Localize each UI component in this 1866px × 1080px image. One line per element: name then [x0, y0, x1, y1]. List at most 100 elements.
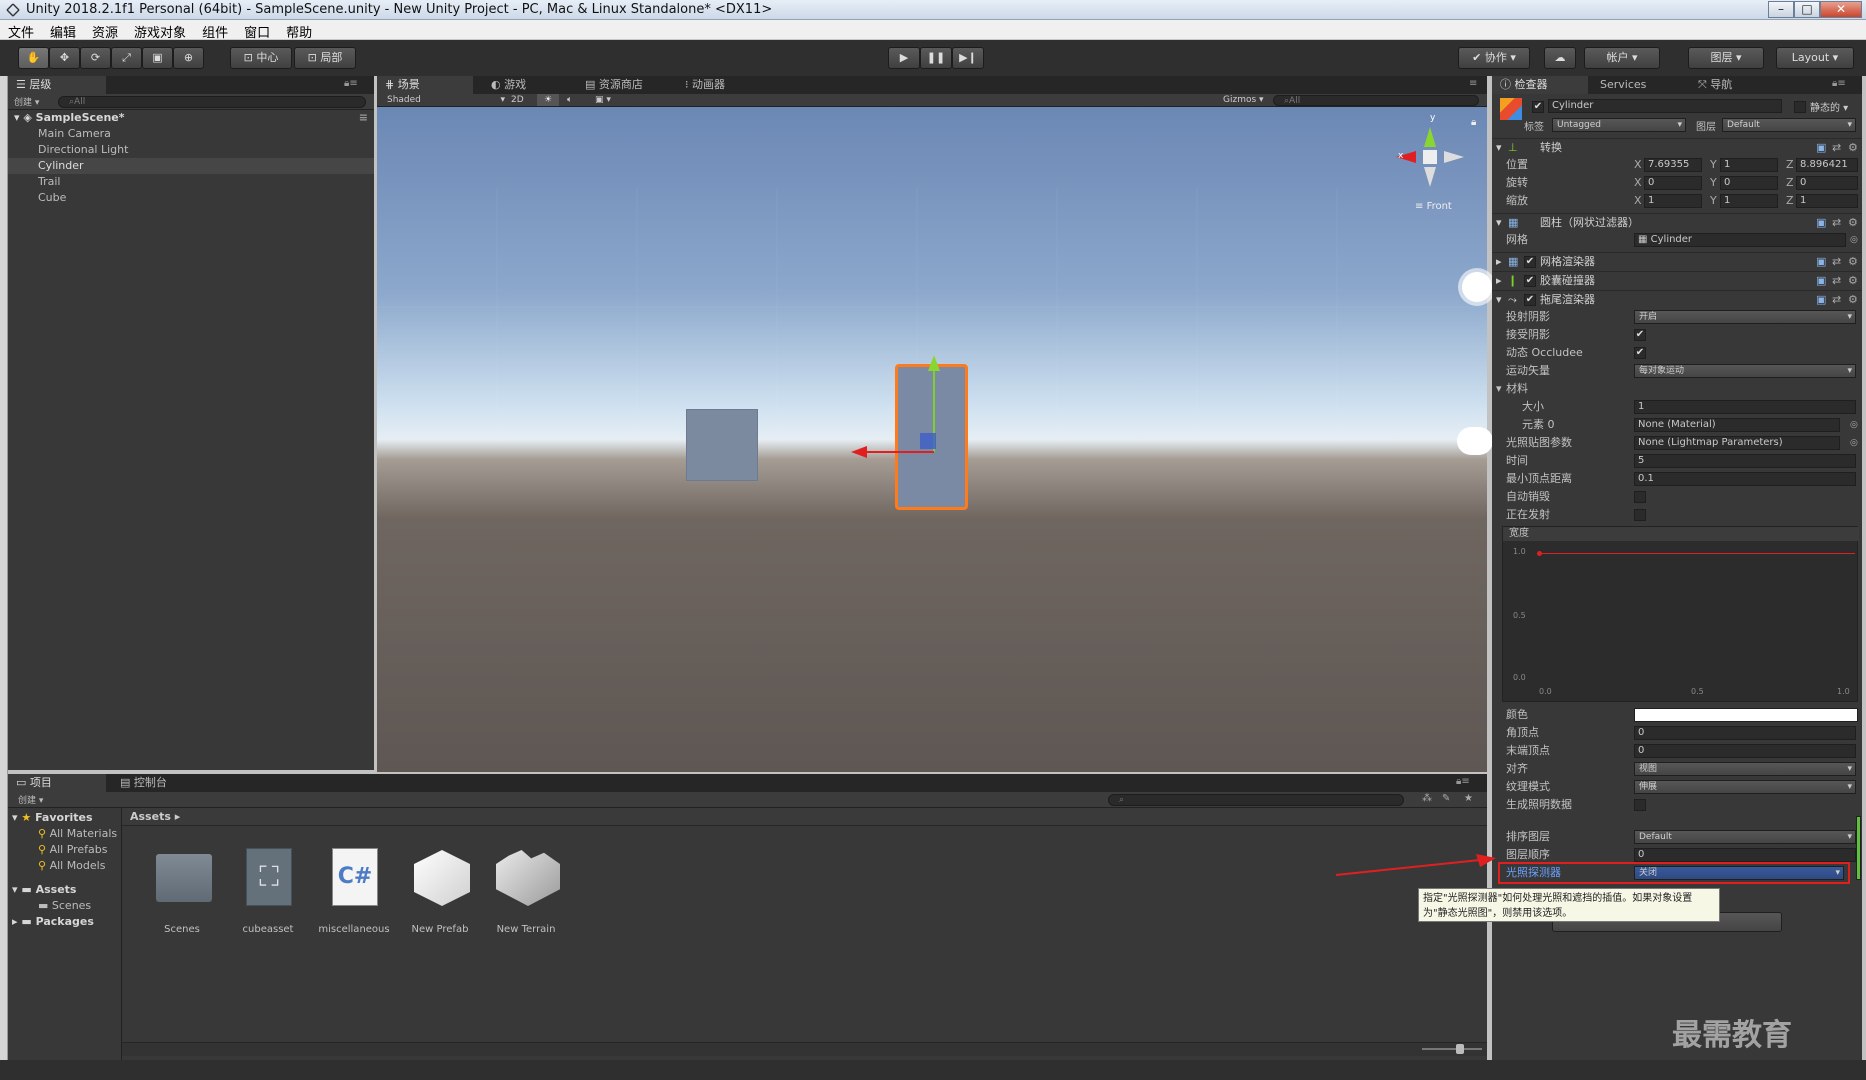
gizmo-view-label[interactable]: ≡ Front: [1415, 201, 1452, 212]
cloud-button[interactable]: ☁: [1544, 47, 1576, 69]
space-toggle-button[interactable]: ⊡ 局部: [294, 47, 356, 69]
gear-icon[interactable]: ⚙: [1848, 214, 1858, 232]
help-icon[interactable]: ▣: [1816, 272, 1826, 290]
help-icon[interactable]: ▣: [1816, 214, 1826, 232]
move-tool-button[interactable]: ✥: [49, 47, 80, 69]
rotate-tool-button[interactable]: ⟳: [80, 47, 111, 69]
tab-navigation[interactable]: ⤧ 导航: [1688, 76, 1778, 94]
step-button[interactable]: ▶❙: [952, 47, 984, 69]
capsule-collider-enabled-checkbox[interactable]: ✔: [1524, 275, 1536, 287]
object-picker-icon[interactable]: ◎: [1850, 231, 1858, 249]
asset-scenes-folder[interactable]: Scenes: [142, 844, 222, 939]
move-gizmo[interactable]: [835, 347, 985, 507]
hierarchy-item-main-camera[interactable]: Main Camera: [8, 126, 374, 142]
dynamic-occludee-checkbox[interactable]: ✔: [1634, 347, 1646, 359]
rect-tool-button[interactable]: ▣: [142, 47, 173, 69]
tab-scene[interactable]: ⋕ 场景: [377, 76, 473, 94]
menu-help[interactable]: 帮助: [278, 20, 320, 41]
asset-new-terrain[interactable]: New Terrain: [486, 844, 566, 939]
project-breadcrumb[interactable]: Assets ▸: [122, 808, 1487, 826]
layout-dropdown[interactable]: Layout ▾: [1776, 47, 1854, 69]
mesh-field[interactable]: ▦ Cylinder: [1634, 233, 1846, 247]
element0-field[interactable]: None (Material): [1634, 418, 1840, 432]
hierarchy-item-cylinder[interactable]: Cylinder: [8, 158, 374, 174]
motion-vectors-dropdown[interactable]: 每对象运动: [1634, 364, 1856, 378]
position-y-field[interactable]: 1: [1720, 158, 1778, 172]
mesh-renderer-header[interactable]: ▸ ▦ ✔ 网格渲染器 ▣ ⇄ ⚙: [1492, 252, 1862, 270]
inspector-lock-icon[interactable]: 🔒︎≡: [1832, 78, 1846, 89]
asset-new-prefab[interactable]: New Prefab: [400, 844, 480, 939]
layers-dropdown[interactable]: 图层 ▾: [1688, 47, 1764, 69]
gear-icon[interactable]: ⚙: [1848, 139, 1858, 157]
cloud-icon[interactable]: [1457, 427, 1493, 455]
favorite-all-models[interactable]: ⚲ All Models: [38, 858, 105, 874]
thumbnail-size-slider[interactable]: [1422, 1048, 1482, 1050]
close-button[interactable]: ✕: [1820, 1, 1862, 18]
menu-edit[interactable]: 编辑: [42, 20, 84, 41]
account-dropdown[interactable]: 帐户 ▾: [1584, 47, 1660, 69]
scene-viewport[interactable]: y x ≡ Front 🔒︎: [377, 107, 1493, 772]
collab-dropdown[interactable]: ✔ 协作 ▾: [1458, 47, 1530, 69]
scale-y-field[interactable]: 1: [1720, 194, 1778, 208]
slider-handle[interactable]: [1456, 1044, 1464, 1054]
help-icon[interactable]: ▣: [1816, 291, 1826, 309]
tab-console[interactable]: ▤ 控制台: [112, 774, 212, 792]
effects-dropdown-icon[interactable]: ▣ ▾: [595, 94, 611, 106]
rotation-x-field[interactable]: 0: [1644, 176, 1702, 190]
transform-tool-button[interactable]: ⊕: [173, 47, 204, 69]
tab-game[interactable]: ◐ 游戏: [483, 76, 573, 94]
autodestruct-checkbox[interactable]: [1634, 491, 1646, 503]
2d-toggle[interactable]: 2D: [511, 94, 524, 106]
favorites-row[interactable]: ▾ ★ Favorites: [12, 810, 93, 826]
position-z-field[interactable]: 8.896421: [1796, 158, 1858, 172]
object-name-field[interactable]: Cylinder: [1548, 99, 1782, 113]
color-gradient-field[interactable]: [1634, 708, 1858, 722]
gear-icon[interactable]: ⚙: [1848, 291, 1858, 309]
scene-search-input[interactable]: ⌕All: [1273, 95, 1479, 106]
folder-scenes-row[interactable]: ▬ Scenes: [38, 898, 91, 914]
menu-window[interactable]: 窗口: [236, 20, 278, 41]
asset-cubeasset[interactable]: ⛶ cubeasset: [228, 844, 308, 939]
lock-icon[interactable]: 🔒︎≡: [344, 78, 358, 89]
scale-x-field[interactable]: 1: [1644, 194, 1702, 208]
tab-hierarchy[interactable]: ☰ 层级: [8, 76, 106, 94]
active-checkbox[interactable]: ✔: [1532, 101, 1544, 113]
rotation-z-field[interactable]: 0: [1796, 176, 1858, 190]
capsule-collider-header[interactable]: ▸ ❙ ✔ 胶囊碰撞器 ▣ ⇄ ⚙: [1492, 271, 1862, 289]
tab-asset-store[interactable]: ▤ 资源商店: [577, 76, 677, 94]
object-picker-icon[interactable]: ◎: [1850, 434, 1858, 452]
static-checkbox[interactable]: [1794, 101, 1806, 113]
preset-icon[interactable]: ⇄: [1832, 272, 1841, 290]
minimize-button[interactable]: –: [1768, 1, 1794, 18]
project-lock-icon[interactable]: 🔒︎≡: [1456, 776, 1470, 787]
sun-light-icon[interactable]: [1462, 272, 1492, 302]
texture-mode-dropdown[interactable]: 伸展: [1634, 780, 1856, 794]
create-dropdown[interactable]: 创建 ▾: [14, 95, 39, 108]
asset-miscellaneous[interactable]: C# miscellaneous: [314, 844, 394, 939]
scale-tool-button[interactable]: ⤢: [111, 47, 142, 69]
hierarchy-item-cube[interactable]: Cube: [8, 190, 374, 206]
light-probes-dropdown[interactable]: 关闭: [1634, 866, 1844, 880]
hierarchy-item-trail[interactable]: Trail: [8, 174, 374, 190]
tag-dropdown[interactable]: Untagged: [1552, 118, 1686, 132]
preset-icon[interactable]: ⇄: [1832, 214, 1841, 232]
tab-project[interactable]: ▭ 项目: [8, 774, 106, 792]
scene-menu-icon[interactable]: ≡: [359, 110, 368, 126]
audio-toggle-icon[interactable]: 🔈︎: [567, 94, 572, 106]
favorite-all-materials[interactable]: ⚲ All Materials: [38, 826, 117, 842]
project-search-input[interactable]: ⌕: [1108, 794, 1404, 806]
gear-icon[interactable]: ⚙: [1848, 253, 1858, 271]
filter-type-icon[interactable]: ⁂: [1422, 793, 1432, 804]
preset-icon[interactable]: ⇄: [1832, 139, 1841, 157]
maximize-button[interactable]: □: [1794, 1, 1820, 18]
shading-mode-dropdown[interactable]: Shaded ▾: [387, 94, 505, 106]
trail-renderer-header[interactable]: ▾ ⤳ ✔ 拖尾渲染器 ▣ ⇄ ⚙: [1492, 290, 1862, 308]
scene-lock-icon[interactable]: 🔒︎: [1471, 117, 1476, 128]
rotation-y-field[interactable]: 0: [1720, 176, 1778, 190]
sorting-layer-dropdown[interactable]: Default: [1634, 830, 1856, 844]
play-button[interactable]: ▶: [888, 47, 920, 69]
tab-animator[interactable]: ⁝ 动画器: [677, 76, 777, 94]
cube-object[interactable]: [686, 409, 758, 481]
pivot-toggle-button[interactable]: ⊡ 中心: [230, 47, 292, 69]
object-picker-icon[interactable]: ◎: [1850, 416, 1858, 434]
